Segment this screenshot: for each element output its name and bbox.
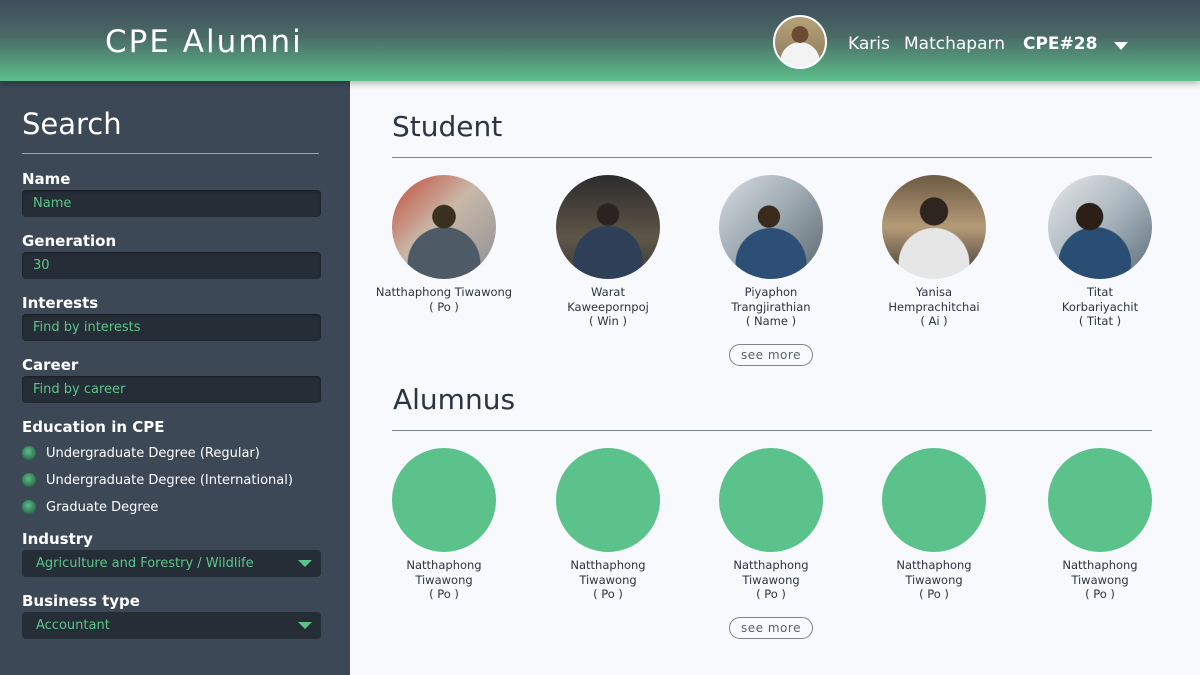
alumni-card[interactable]: Natthaphong Tiwawong ( Po ): [691, 448, 851, 602]
industry-selected-value: Agriculture and Forestry / Wildlife: [36, 556, 254, 571]
student-divider: [392, 157, 1152, 158]
search-sidebar: Search Name Generation Interests Career …: [0, 81, 350, 675]
alumni-surname: Tiwawong: [1071, 572, 1129, 587]
student-name: Yanisa: [915, 285, 952, 299]
industry-label: Industry: [22, 530, 93, 548]
user-generation[interactable]: CPE#28: [1023, 34, 1097, 54]
student-name: Natthaphong Tiwawong: [375, 285, 513, 299]
name-input[interactable]: [22, 190, 321, 217]
alumni-photo-placeholder[interactable]: [556, 448, 660, 552]
user-last-name[interactable]: Matchaparn: [904, 34, 1005, 54]
alumni-name: Natthaphong: [896, 558, 972, 572]
search-divider: [22, 153, 319, 154]
student-name: Piyaphon: [744, 285, 798, 299]
alumni-card[interactable]: Natthaphong Tiwawong ( Po ): [364, 448, 524, 602]
student-card[interactable]: Piyaphon Trangjirathian ( Name ): [691, 175, 851, 329]
user-first-name[interactable]: Karis: [848, 34, 890, 54]
student-see-more-button[interactable]: see more: [729, 344, 813, 366]
interests-label: Interests: [22, 294, 99, 312]
generation-label: Generation: [22, 232, 117, 250]
alumni-nickname: ( Po ): [919, 587, 949, 601]
user-avatar[interactable]: [773, 15, 827, 69]
alumni-name: Natthaphong: [406, 558, 482, 572]
radio-button[interactable]: [22, 473, 36, 487]
student-nickname: ( Ai ): [920, 314, 948, 328]
alumni-surname: Tiwawong: [579, 572, 637, 587]
alumni-section-title: Alumnus: [393, 383, 516, 416]
alumni-surname: Tiwawong: [415, 572, 473, 587]
alumni-surname: Tiwawong: [905, 572, 963, 587]
business-type-selected-value: Accountant: [36, 618, 110, 633]
alumni-nickname: ( Po ): [756, 587, 786, 601]
student-surname: Kaweepornpoj: [567, 299, 649, 314]
student-card[interactable]: Natthaphong Tiwawong ( Po ): [364, 175, 524, 314]
top-header: CPE Alumni Karis Matchaparn CPE#28: [0, 0, 1200, 81]
interests-input[interactable]: [22, 314, 321, 341]
student-surname: Korbariyachit: [1061, 299, 1139, 314]
student-photo[interactable]: [392, 175, 496, 279]
name-label: Name: [22, 170, 71, 188]
alumni-nickname: ( Po ): [429, 587, 459, 601]
student-photo[interactable]: [719, 175, 823, 279]
student-section-title: Student: [392, 110, 503, 143]
alumni-photo-placeholder[interactable]: [882, 448, 986, 552]
alumni-divider: [392, 430, 1152, 431]
alumni-photo-placeholder[interactable]: [719, 448, 823, 552]
alumni-nickname: ( Po ): [1085, 587, 1115, 601]
radio-button[interactable]: [22, 446, 36, 460]
dropdown-caret-icon[interactable]: [298, 560, 312, 567]
education-option-label: Graduate Degree: [46, 499, 159, 515]
student-photo[interactable]: [882, 175, 986, 279]
alumni-name: Natthaphong: [733, 558, 809, 572]
student-surname: Hemprachitchai: [888, 299, 980, 314]
career-label: Career: [22, 356, 79, 374]
alumni-photo-placeholder[interactable]: [1048, 448, 1152, 552]
education-option-graduate[interactable]: Graduate Degree: [22, 497, 158, 517]
student-nickname: ( Titat ): [1078, 314, 1122, 328]
student-card[interactable]: Titat Korbariyachit ( Titat ): [1020, 175, 1180, 329]
app-title[interactable]: CPE Alumni: [105, 24, 303, 60]
alumni-see-more-button[interactable]: see more: [729, 617, 813, 639]
radio-button[interactable]: [22, 500, 36, 514]
student-nickname: ( Win ): [589, 314, 627, 328]
education-option-label: Undergraduate Degree (International): [46, 472, 293, 488]
student-card[interactable]: Warat Kaweepornpoj ( Win ): [528, 175, 688, 329]
industry-select[interactable]: Agriculture and Forestry / Wildlife: [22, 550, 321, 577]
student-name: Warat: [591, 285, 625, 299]
education-option-regular[interactable]: Undergraduate Degree (Regular): [22, 443, 260, 463]
education-option-international[interactable]: Undergraduate Degree (International): [22, 470, 293, 490]
student-photo[interactable]: [1048, 175, 1152, 279]
generation-input[interactable]: [22, 252, 321, 279]
business-type-select[interactable]: Accountant: [22, 612, 321, 639]
student-name: Titat: [1087, 285, 1113, 299]
alumni-photo-placeholder[interactable]: [392, 448, 496, 552]
alumni-surname: Tiwawong: [742, 572, 800, 587]
student-card[interactable]: Yanisa Hemprachitchai ( Ai ): [854, 175, 1014, 329]
student-surname: Trangjirathian: [731, 299, 811, 314]
alumni-name: Natthaphong: [570, 558, 646, 572]
user-menu-caret-icon[interactable]: [1114, 42, 1128, 50]
student-nickname: ( Po ): [429, 299, 459, 314]
education-option-label: Undergraduate Degree (Regular): [46, 445, 260, 461]
student-photo[interactable]: [556, 175, 660, 279]
alumni-name: Natthaphong: [1062, 558, 1138, 572]
main-content: Student Natthaphong Tiwawong ( Po ) Wara…: [350, 81, 1200, 675]
education-label: Education in CPE: [22, 418, 165, 436]
student-nickname: ( Name ): [745, 314, 797, 328]
alumni-nickname: ( Po ): [593, 587, 623, 601]
alumni-card[interactable]: Natthaphong Tiwawong ( Po ): [1020, 448, 1180, 602]
search-heading: Search: [22, 107, 122, 141]
career-input[interactable]: [22, 376, 321, 403]
business-type-label: Business type: [22, 592, 140, 610]
dropdown-caret-icon[interactable]: [298, 622, 312, 629]
alumni-card[interactable]: Natthaphong Tiwawong ( Po ): [854, 448, 1014, 602]
alumni-card[interactable]: Natthaphong Tiwawong ( Po ): [528, 448, 688, 602]
